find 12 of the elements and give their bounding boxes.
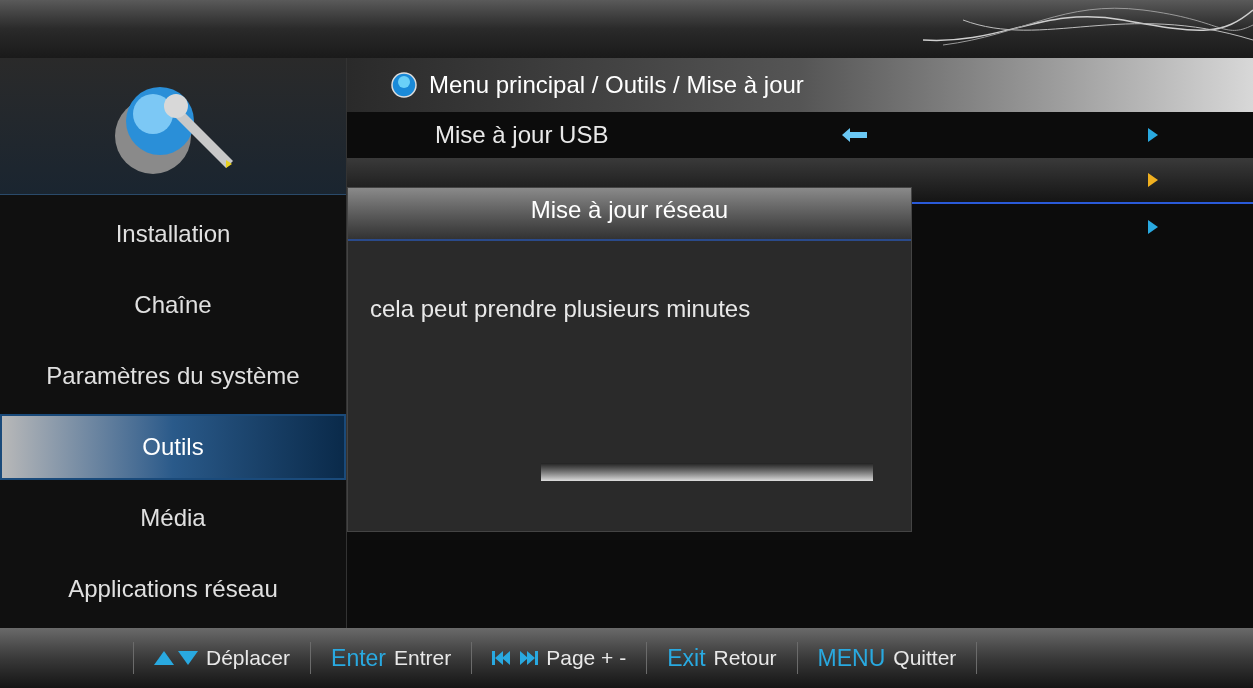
dialog-message: cela peut prendre plusieurs minutes (370, 294, 752, 324)
key-label: Enter (331, 643, 387, 673)
menu-label: Mise à jour USB (435, 120, 610, 150)
hint-label: Déplacer (206, 645, 291, 672)
key-label: MENU (817, 643, 886, 673)
hint-label: Page + - (546, 645, 627, 672)
hint-label: Retour (713, 645, 777, 672)
breadcrumb: Menu principal / Outils / Mise à jour (429, 70, 804, 100)
dialog-title: Mise à jour réseau (348, 188, 911, 241)
key-label: Exit (667, 643, 706, 673)
hint-label: Quitter (893, 645, 957, 672)
hint-label: Entrer (394, 645, 452, 672)
